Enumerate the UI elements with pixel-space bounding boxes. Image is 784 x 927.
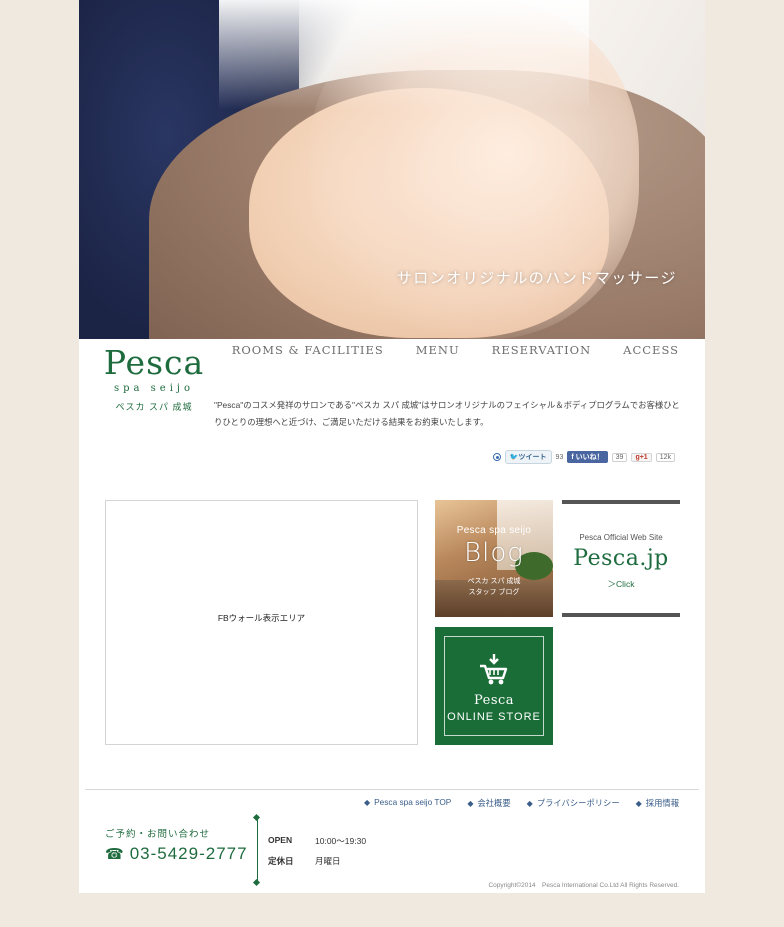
- phone-number[interactable]: ☎ 03-5429-2777: [105, 844, 248, 864]
- online-store-label: ONLINE STORE: [447, 711, 541, 723]
- facebook-wall-area: FBウォール表示エリア: [105, 500, 418, 745]
- nav-reservation[interactable]: RESERVATION: [492, 343, 591, 357]
- footer-link-company[interactable]: 会社概要: [467, 797, 510, 809]
- shopping-cart-icon: [478, 653, 510, 692]
- phone-icon: ☎: [105, 846, 125, 863]
- hours-row-open: OPEN 10:00〜19:30: [268, 835, 366, 847]
- footer-link-privacy[interactable]: プライバシーポリシー: [527, 797, 620, 809]
- nav-menu[interactable]: MENU: [416, 343, 460, 357]
- online-store-banner[interactable]: Pesca ONLINE STORE: [435, 627, 553, 745]
- closed-value: 月曜日: [315, 856, 341, 866]
- nav-rooms-facilities[interactable]: ROOMS & FACILITIES: [232, 343, 384, 357]
- facebook-like-button[interactable]: f いいね！: [567, 451, 608, 463]
- facebook-wall-label: FBウォール表示エリア: [217, 612, 306, 623]
- closed-label: 定休日: [268, 856, 294, 866]
- official-site-title: Pesca.jp: [573, 546, 669, 571]
- tweet-label: ツイート: [518, 454, 547, 461]
- blog-banner-caption: ペスカ スパ 成城 スタッフ ブログ: [435, 576, 553, 598]
- business-hours: OPEN 10:00〜19:30 定休日 月曜日: [268, 835, 366, 875]
- google-plusone-button[interactable]: g+1: [631, 452, 652, 462]
- page-container: サロンオリジナルのハンドマッサージ Pesca spa seijo ペスカ スパ…: [79, 0, 705, 893]
- open-label: OPEN: [268, 835, 293, 845]
- radio-icon: [492, 453, 501, 461]
- social-buttons: 🐦ツイート 93 f いいね！ 39 g+1 12k: [492, 450, 675, 464]
- hero-light: [219, 0, 589, 110]
- site-logo[interactable]: Pesca spa seijo ペスカ スパ 成城: [99, 344, 209, 413]
- logo-kana: ペスカ スパ 成城: [115, 402, 193, 412]
- online-store-frame: Pesca ONLINE STORE: [444, 636, 544, 736]
- contact-block: ご予約・お問い合わせ ☎ 03-5429-2777: [105, 826, 248, 864]
- tweet-count: 93: [555, 453, 564, 461]
- plusone-count: 12k: [655, 452, 675, 462]
- logo-mark: Pesca: [103, 343, 205, 382]
- logo-sub: spa seijo: [113, 383, 195, 394]
- blog-caption-line2: スタッフ ブログ: [468, 589, 520, 596]
- footer-nav: Pesca spa seijo TOP 会社概要 プライバシーポリシー 採用情報: [364, 797, 679, 809]
- hours-row-closed: 定休日 月曜日: [268, 855, 366, 867]
- official-site-label: Pesca Official Web Site: [579, 533, 663, 542]
- copyright: Copyright©2014 Pesca International Co.Lt…: [488, 882, 679, 889]
- blog-banner-subtitle: Pesca spa seijo: [456, 525, 532, 536]
- contact-label: ご予約・お問い合わせ: [105, 829, 211, 840]
- intro-text: "Pesca"のコスメ発祥のサロンである"ペスカ スパ 成城"はサロンオリジナル…: [214, 400, 680, 427]
- online-store-brand: Pesca: [473, 693, 515, 708]
- like-label: いいね！: [575, 454, 604, 461]
- twitter-bird-icon: 🐦: [509, 454, 519, 461]
- phone-number-text: 03-5429-2777: [129, 844, 248, 863]
- global-nav: ROOMS & FACILITIES MENU RESERVATION ACCE…: [232, 343, 679, 357]
- official-site-click: ＞Click: [607, 579, 635, 589]
- tweet-button[interactable]: 🐦ツイート: [504, 450, 552, 464]
- open-value: 10:00〜19:30: [315, 836, 367, 846]
- blog-banner[interactable]: Pesca spa seijo Blog ペスカ スパ 成城 スタッフ ブログ: [435, 500, 553, 617]
- footer-link-top[interactable]: Pesca spa seijo TOP: [364, 797, 451, 809]
- official-site-banner[interactable]: Pesca Official Web Site Pesca.jp ＞Click: [562, 500, 680, 617]
- nav-access[interactable]: ACCESS: [623, 343, 679, 357]
- hero-image: サロンオリジナルのハンドマッサージ: [79, 0, 705, 339]
- blog-caption-line1: ペスカ スパ 成城: [467, 578, 521, 585]
- footer-link-recruit[interactable]: 採用情報: [636, 797, 679, 809]
- contact-divider: [257, 818, 258, 882]
- like-count: 39: [611, 452, 628, 462]
- footer-divider: [85, 789, 699, 790]
- plusone-label: +1: [639, 453, 648, 461]
- facebook-icon: f: [571, 454, 574, 461]
- hero-caption: サロンオリジナルのハンドマッサージ: [396, 269, 677, 287]
- blog-banner-title: Blog: [464, 538, 524, 568]
